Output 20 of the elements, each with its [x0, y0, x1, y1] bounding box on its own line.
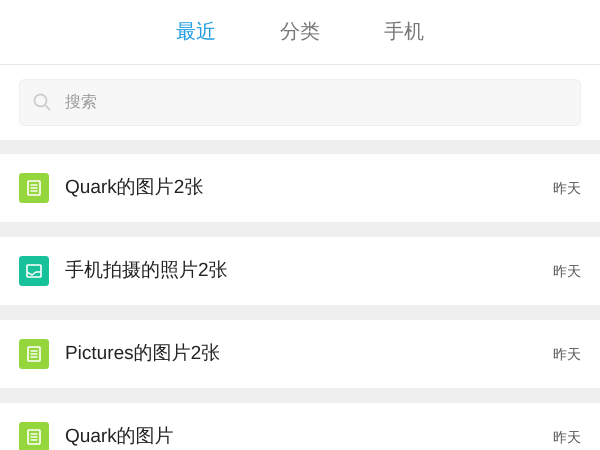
- item-title: 手机拍摄的照片2张: [65, 258, 229, 283]
- search-field[interactable]: 搜索: [19, 79, 581, 126]
- item-title: Pictures的图片2张: [65, 342, 222, 366]
- item-title: Quark的图片2张: [65, 176, 204, 200]
- item-title: Quark的图片: [65, 424, 175, 449]
- list-item[interactable]: 手机拍摄的照片2张 昨天: [0, 237, 600, 305]
- document-icon: [19, 173, 49, 203]
- tab[interactable]: 手机: [380, 17, 428, 47]
- item-time: 昨天: [553, 262, 581, 280]
- list-item[interactable]: Quark的图片 昨天: [0, 403, 600, 450]
- list-item[interactable]: Pictures的图片2张 昨天: [0, 320, 600, 388]
- tab[interactable]: 分类: [276, 17, 324, 47]
- search-icon: [32, 92, 52, 112]
- image-icon: [19, 256, 49, 286]
- list-item[interactable]: Quark的图片2张 昨天: [0, 154, 600, 222]
- item-time: 昨天: [553, 428, 581, 446]
- item-time: 昨天: [553, 344, 581, 364]
- document-icon: [19, 339, 49, 369]
- document-icon: [19, 422, 49, 450]
- item-time: 昨天: [553, 178, 581, 198]
